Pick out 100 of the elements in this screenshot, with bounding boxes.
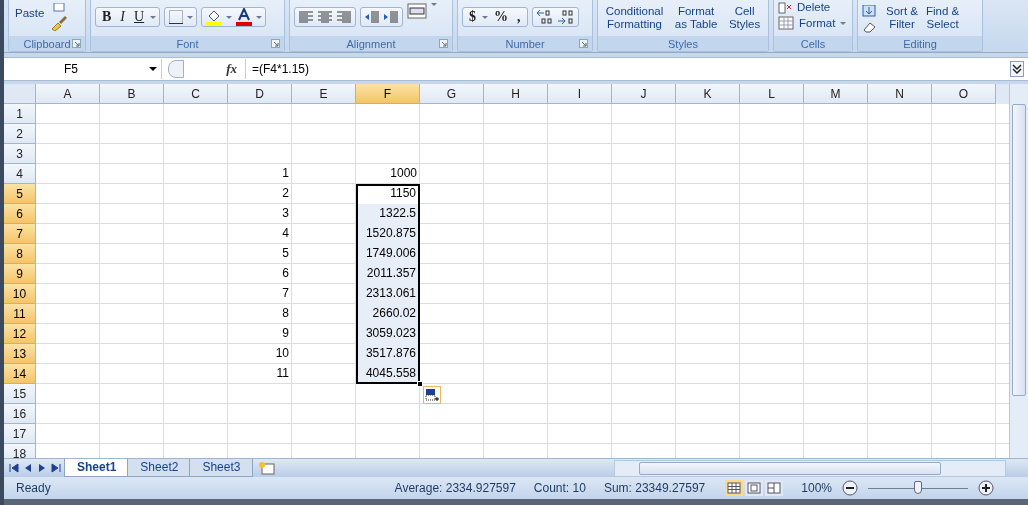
- page-break-icon[interactable]: [765, 480, 784, 496]
- sheet-nav-icon[interactable]: [8, 463, 20, 473]
- borders-icon[interactable]: [168, 9, 185, 25]
- fill-down-icon[interactable]: [862, 5, 876, 17]
- column-header[interactable]: F: [356, 84, 420, 104]
- editing-button[interactable]: Find & Select: [923, 5, 962, 31]
- column-header[interactable]: L: [740, 84, 804, 104]
- sheet-tab[interactable]: Sheet2: [127, 459, 192, 477]
- group-label: Alignment: [346, 37, 396, 50]
- fill-handle[interactable]: [417, 381, 423, 387]
- align-icon[interactable]: [336, 10, 352, 24]
- row-header[interactable]: 3: [4, 144, 36, 164]
- copy-icon[interactable]: [51, 3, 68, 13]
- table-cell-text: 4: [281, 225, 290, 242]
- zoom-level[interactable]: 100%: [801, 481, 832, 495]
- column-header[interactable]: G: [420, 84, 484, 104]
- insert-function-button[interactable]: fx: [226, 61, 237, 77]
- caret-icon[interactable]: [482, 15, 488, 19]
- format-button[interactable]: U: [131, 10, 148, 24]
- caret-icon[interactable]: [431, 3, 437, 6]
- column-header[interactable]: H: [484, 84, 548, 104]
- caret-icon[interactable]: [150, 15, 157, 19]
- dialog-launcher-icon[interactable]: [72, 39, 81, 48]
- table-cell-text: 1000: [389, 165, 418, 182]
- column-header[interactable]: K: [676, 84, 740, 104]
- format-button[interactable]: Format: [797, 16, 838, 30]
- page-layout-icon[interactable]: [745, 480, 764, 496]
- zoom-slider-thumb[interactable]: [914, 480, 922, 494]
- column-header[interactable]: C: [164, 84, 228, 104]
- decrease-decimal-icon[interactable]: [556, 9, 575, 25]
- merge-cells-icon[interactable]: [407, 3, 427, 19]
- editing-button[interactable]: Sort & Filter: [884, 5, 920, 31]
- caret-icon[interactable]: [187, 15, 194, 19]
- zoom-out-icon[interactable]: [842, 480, 858, 496]
- caret-icon[interactable]: [226, 15, 233, 19]
- decrease-indent-icon[interactable]: [364, 10, 380, 24]
- row-header[interactable]: 6: [4, 204, 36, 224]
- row-header[interactable]: 18: [4, 444, 36, 458]
- dialog-launcher-icon[interactable]: [439, 39, 448, 48]
- column-header[interactable]: O: [932, 84, 996, 104]
- row-header[interactable]: 11: [4, 304, 36, 324]
- expand-icon[interactable]: [1010, 61, 1024, 77]
- delete-cells-icon[interactable]: [778, 1, 792, 14]
- percent-button[interactable]: %: [491, 10, 511, 24]
- caret-icon[interactable]: [840, 21, 847, 25]
- sheet-tab[interactable]: Sheet3: [189, 459, 254, 477]
- styles-button[interactable]: Conditional Formatting: [603, 5, 666, 31]
- increase-indent-icon[interactable]: [383, 10, 399, 24]
- row-header[interactable]: 7: [4, 224, 36, 244]
- align-icon[interactable]: [298, 10, 314, 24]
- comma-button[interactable]: ,: [514, 10, 524, 24]
- row-header[interactable]: 16: [4, 404, 36, 424]
- column-header[interactable]: E: [292, 84, 356, 104]
- row-header[interactable]: 4: [4, 164, 36, 184]
- row-header[interactable]: 17: [4, 424, 36, 444]
- row-header[interactable]: 14: [4, 364, 36, 384]
- insert-sheet-icon[interactable]: [257, 461, 278, 475]
- paste-button[interactable]: Paste: [13, 7, 47, 20]
- zoom-in-icon[interactable]: [978, 480, 994, 496]
- row-header[interactable]: 15: [4, 384, 36, 404]
- row-header[interactable]: 13: [4, 344, 36, 364]
- column-header[interactable]: J: [612, 84, 676, 104]
- format-button[interactable]: I: [117, 10, 128, 24]
- vertical-scrollbar[interactable]: [1009, 84, 1028, 458]
- dialog-launcher-icon[interactable]: [271, 39, 280, 48]
- row-header[interactable]: 1: [4, 104, 36, 124]
- row-header[interactable]: 9: [4, 264, 36, 284]
- column-header[interactable]: A: [36, 84, 100, 104]
- formula-field[interactable]: =(F4*1.15): [246, 62, 1010, 76]
- fill-color-icon[interactable]: [205, 8, 224, 26]
- row-header[interactable]: 12: [4, 324, 36, 344]
- font-color-icon[interactable]: [235, 8, 254, 26]
- column-header[interactable]: I: [548, 84, 612, 104]
- dialog-launcher-icon[interactable]: [579, 39, 588, 48]
- sheet-nav-icon[interactable]: [50, 463, 62, 473]
- resize-handle[interactable]: [168, 60, 184, 78]
- normal-view-icon[interactable]: [725, 480, 744, 496]
- row-header[interactable]: 2: [4, 124, 36, 144]
- horizontal-scrollbar[interactable]: [614, 459, 1006, 477]
- increase-decimal-icon[interactable]: [535, 9, 554, 25]
- currency-button[interactable]: $: [466, 10, 479, 24]
- column-header[interactable]: M: [804, 84, 868, 104]
- caret-icon[interactable]: [256, 15, 263, 19]
- styles-button[interactable]: Format as Table: [672, 5, 720, 31]
- column-header[interactable]: N: [868, 84, 932, 104]
- row-header[interactable]: 10: [4, 284, 36, 304]
- sheet-tab[interactable]: Sheet1: [64, 459, 130, 477]
- styles-button[interactable]: Cell Styles: [726, 5, 763, 31]
- name-box[interactable]: F5: [4, 59, 162, 79]
- brush-icon[interactable]: [50, 15, 69, 31]
- column-header[interactable]: B: [100, 84, 164, 104]
- column-header[interactable]: D: [228, 84, 292, 104]
- row-header[interactable]: 5: [4, 184, 36, 204]
- format-button[interactable]: B: [99, 10, 115, 24]
- align-icon[interactable]: [317, 10, 333, 24]
- delete-button[interactable]: Delete: [795, 1, 833, 14]
- auto-fill-options-icon[interactable]: [423, 386, 441, 404]
- row-header[interactable]: 8: [4, 244, 36, 264]
- status-stat: Average: 2334.927597: [394, 481, 516, 495]
- format-cells-icon[interactable]: [778, 15, 794, 31]
